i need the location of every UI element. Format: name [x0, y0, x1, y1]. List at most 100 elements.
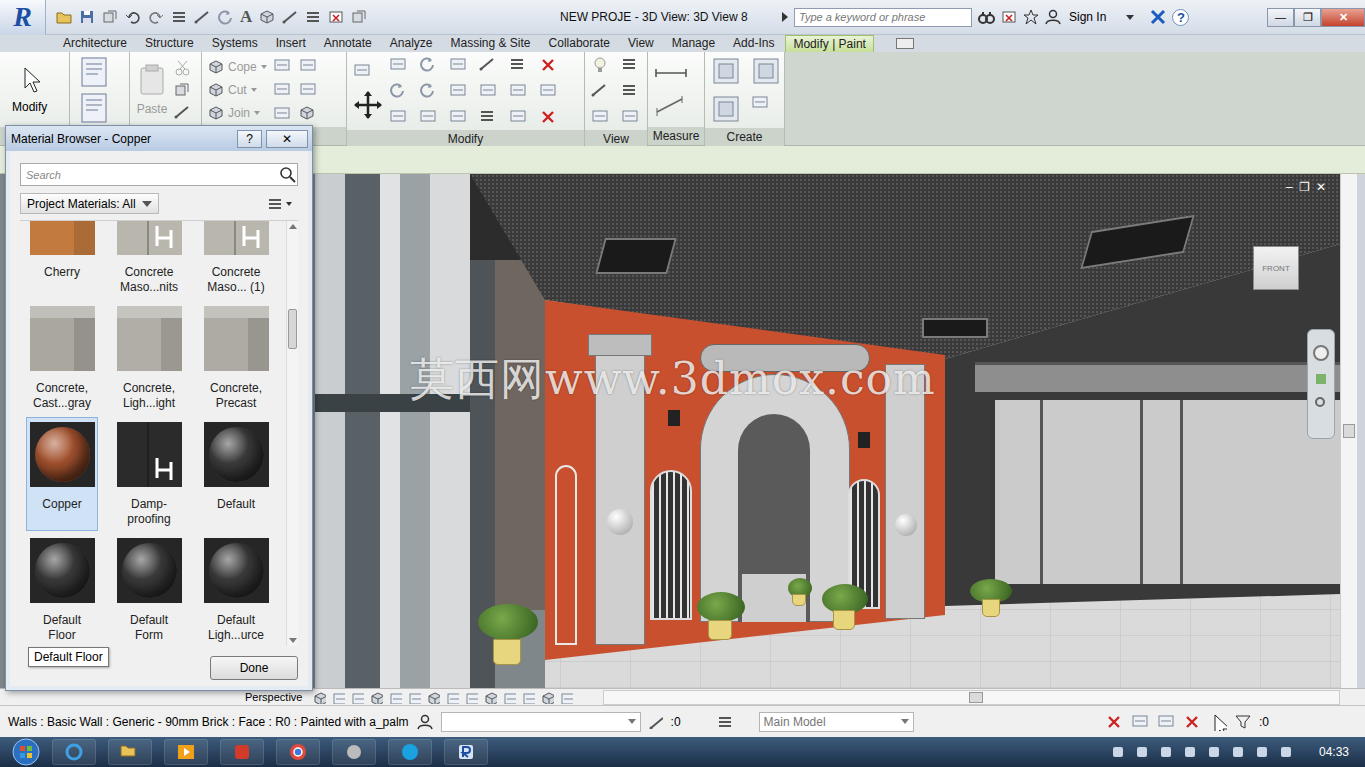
view-options-arrow-icon[interactable] — [286, 202, 292, 206]
geometry-command[interactable]: Cope — [208, 59, 267, 75]
ribbon-tab[interactable]: Collaborate — [542, 35, 617, 52]
dropdown-arrow-icon[interactable] — [254, 111, 260, 115]
paint-app-icon[interactable] — [344, 742, 364, 762]
material-name[interactable]: Default Floor — [29, 613, 95, 643]
ribbon-tab[interactable]: Insert — [269, 35, 313, 52]
scroll-down-arrow-icon[interactable] — [289, 638, 297, 643]
geometry-tool-icon[interactable] — [273, 81, 291, 99]
material-name[interactable]: Default Ligh...urce — [203, 613, 269, 643]
tray-icon[interactable] — [1183, 745, 1197, 759]
ribbon-tab[interactable]: Structure — [138, 35, 201, 52]
geometry-command-icon[interactable] — [208, 82, 224, 98]
material-search[interactable] — [20, 163, 298, 186]
material-item[interactable]: Concrete, Ligh...ight — [113, 301, 185, 415]
material-item[interactable]: Damp-proofing — [113, 417, 185, 531]
match-icon[interactable] — [174, 104, 190, 120]
internet-explorer-icon[interactable] — [64, 742, 84, 762]
measure-between-icon[interactable] — [654, 64, 688, 82]
aligned-dimension-icon[interactable] — [654, 96, 688, 116]
scroll-thumb[interactable] — [969, 692, 983, 703]
scroll-thumb[interactable] — [288, 309, 297, 349]
ribbon-tab[interactable]: Manage — [665, 35, 722, 52]
geometry-tool-icon[interactable] — [299, 105, 317, 123]
material-item[interactable]: Concrete, Precast — [200, 301, 272, 415]
taskbar-button[interactable] — [108, 739, 152, 765]
material-swatch[interactable] — [117, 306, 182, 371]
modify-tool-icon[interactable] — [509, 108, 529, 126]
material-browser-window[interactable]: Material Browser - Copper?✕ Project Mater… — [5, 125, 313, 691]
material-item[interactable]: Copper — [26, 417, 98, 531]
view-tool-icon[interactable] — [591, 82, 609, 100]
material-swatch[interactable] — [117, 221, 182, 255]
favorites-star-icon[interactable] — [1023, 9, 1039, 25]
material-browser-title-bar[interactable]: Material Browser - Copper?✕ — [6, 126, 312, 151]
material-item[interactable]: Concrete Maso... (1) — [200, 221, 272, 299]
material-swatch[interactable] — [117, 538, 182, 603]
redo-icon[interactable] — [148, 9, 164, 25]
open-icon[interactable] — [56, 9, 72, 25]
selection-filter-icon[interactable] — [1209, 713, 1227, 731]
view-tool-icon[interactable] — [621, 108, 639, 126]
type-properties-icon[interactable] — [76, 56, 110, 88]
material-list-scrollbar[interactable] — [286, 221, 298, 646]
red-app-icon[interactable] — [232, 742, 252, 762]
editable-only-icon[interactable] — [649, 715, 663, 729]
3d-view-icon[interactable] — [259, 9, 275, 25]
workset-icon[interactable] — [417, 714, 433, 730]
modify-tool-icon[interactable] — [389, 82, 409, 100]
application-menu-button[interactable]: R — [0, 0, 46, 35]
material-item[interactable]: Default Form — [113, 533, 185, 646]
material-item[interactable]: Default Floor — [26, 533, 98, 646]
dropdown-arrow-icon[interactable] — [261, 65, 267, 69]
sync-icon[interactable] — [102, 9, 118, 25]
sign-in-button[interactable]: Sign In — [1069, 10, 1106, 24]
selection-filter-icon[interactable] — [1131, 713, 1149, 731]
geometry-command[interactable]: Cut — [208, 82, 267, 98]
view-control-icon[interactable] — [332, 691, 345, 704]
viewcube-face-label[interactable]: FRONT — [1262, 264, 1290, 273]
modify-tool-icon[interactable] — [449, 56, 469, 74]
view-control-icon[interactable] — [522, 691, 535, 704]
view-control-icon[interactable] — [427, 691, 440, 704]
help-search-input[interactable] — [794, 8, 972, 27]
ribbon-tab[interactable]: Analyze — [383, 35, 440, 52]
move-icon[interactable] — [353, 90, 383, 120]
subscription-icon[interactable] — [1001, 9, 1017, 25]
taskbar-button[interactable] — [388, 739, 432, 765]
done-button[interactable]: Done — [210, 656, 298, 680]
save-icon[interactable] — [79, 9, 95, 25]
workset-field[interactable] — [441, 712, 641, 732]
view-restore-button[interactable]: ❐ — [1299, 180, 1310, 194]
maximize-button[interactable]: ❐ — [1294, 8, 1321, 27]
material-swatch[interactable] — [204, 422, 269, 487]
vertical-scrollbar[interactable] — [1340, 174, 1357, 688]
ribbon-tab[interactable]: Modify | Paint — [785, 35, 873, 52]
material-swatch[interactable] — [204, 221, 269, 255]
view-scale[interactable]: Perspective — [243, 691, 313, 703]
paste-button[interactable]: Paste — [136, 64, 168, 116]
design-option-field[interactable]: Main Model — [759, 712, 914, 732]
material-swatch[interactable] — [30, 422, 95, 487]
chrome-icon[interactable] — [288, 742, 308, 762]
view-options-button[interactable] — [267, 196, 292, 212]
geometry-tool-icon[interactable] — [299, 81, 317, 99]
align-icon[interactable] — [353, 62, 383, 84]
material-name[interactable]: Concrete, Cast...gray — [29, 381, 95, 411]
selection-filter-icon[interactable] — [1183, 713, 1201, 731]
ribbon-tab[interactable]: Annotate — [317, 35, 379, 52]
dropdown-arrow-icon[interactable] — [251, 88, 257, 92]
ribbon-minimize-icon[interactable] — [896, 38, 914, 49]
modify-tool-icon[interactable] — [449, 108, 469, 126]
modify-tool-icon[interactable] — [539, 108, 559, 126]
library-filter-label[interactable]: Project Materials: All — [27, 197, 136, 211]
material-name[interactable]: Concrete, Ligh...ight — [116, 381, 182, 411]
create-similar-icon[interactable] — [751, 94, 781, 124]
ribbon-tab[interactable]: Massing & Site — [444, 35, 538, 52]
taskbar-button[interactable] — [332, 739, 376, 765]
help-button[interactable]: ? — [237, 130, 262, 148]
view-control-icon[interactable] — [446, 691, 459, 704]
design-option-value[interactable]: Main Model — [764, 715, 826, 729]
material-item[interactable]: Default Ligh...urce — [200, 533, 272, 646]
ribbon-tab[interactable]: Systems — [205, 35, 265, 52]
view-close-button[interactable]: ✕ — [1316, 180, 1326, 194]
